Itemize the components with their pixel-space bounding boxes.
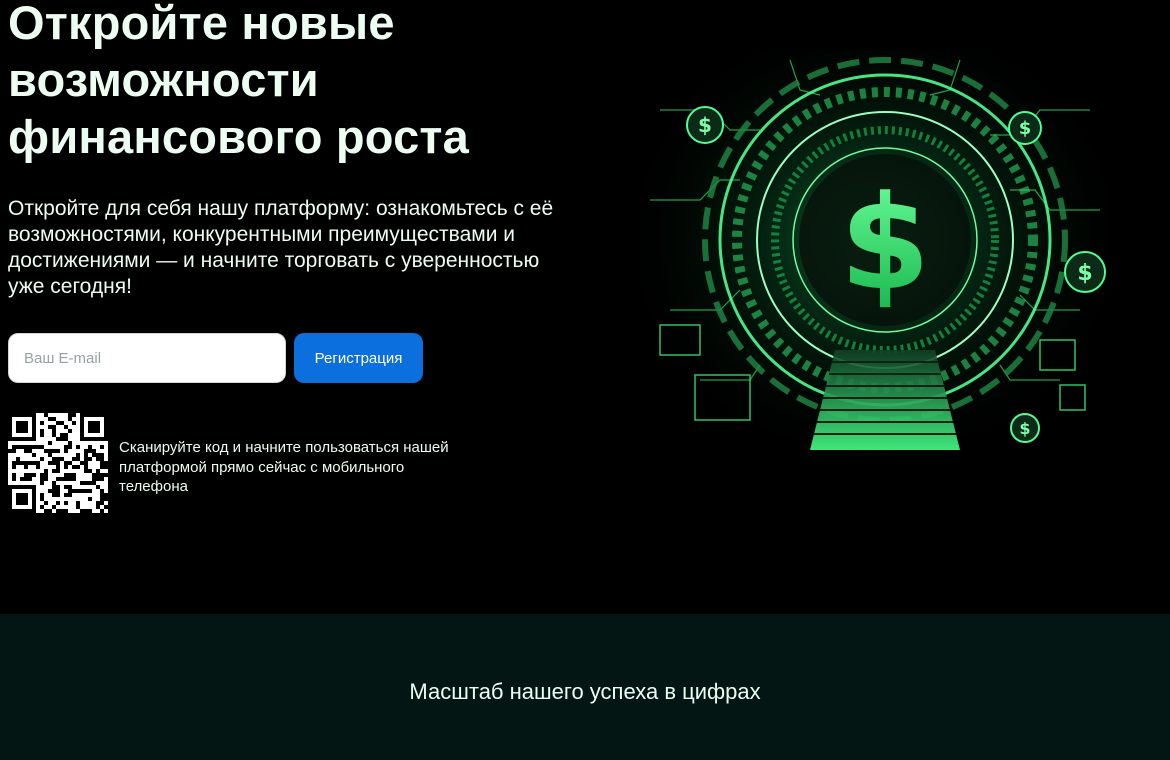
svg-text:$: $ <box>698 113 712 137</box>
email-input[interactable] <box>8 333 286 383</box>
svg-text:$: $ <box>840 167 930 319</box>
qr-caption: Сканируйте код и начните пользоваться на… <box>119 439 449 495</box>
dollar-portal-icon: $ $ $ $ $ <box>640 50 1110 470</box>
svg-text:$: $ <box>1019 118 1032 139</box>
qr-code <box>8 413 108 513</box>
register-button[interactable]: Регистрация <box>294 333 423 383</box>
hero-headline: Откройте новые возможности финансового р… <box>8 0 469 163</box>
svg-text:$: $ <box>1019 419 1030 438</box>
stats-section: Масштаб нашего успеха в цифрах <box>0 614 1170 760</box>
stats-title: Масштаб нашего успеха в цифрах <box>409 679 761 704</box>
svg-text:$: $ <box>1077 261 1092 286</box>
hero-section: Откройте новые возможности финансового р… <box>0 0 1170 614</box>
hero-subtitle: Откройте для себя нашу платформу: ознако… <box>8 197 554 298</box>
